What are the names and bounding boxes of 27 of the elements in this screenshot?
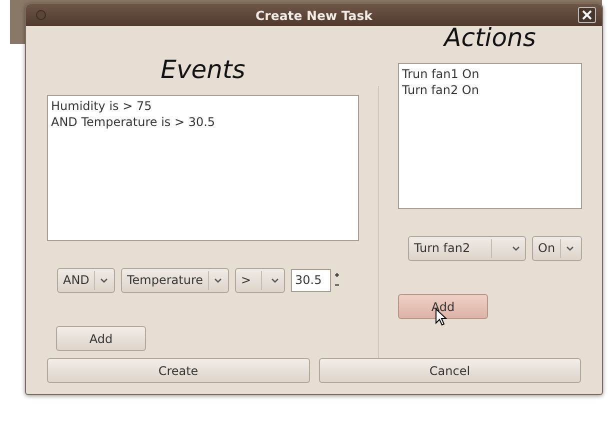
- chevron-icon: [100, 278, 108, 282]
- close-icon: [582, 10, 592, 20]
- list-item[interactable]: Humidity is > 75: [51, 98, 152, 114]
- section-heading: Events: [160, 58, 246, 82]
- chevron-icon: [214, 278, 222, 282]
- spin-arrows-icon[interactable]: [334, 272, 340, 288]
- list-box[interactable]: Trun fan1 On Turn fan2 On: [398, 63, 582, 209]
- dropdown[interactable]: Temperature: [121, 268, 229, 292]
- dropdown[interactable]: On: [532, 236, 582, 260]
- list-item[interactable]: Trun fan1 On: [402, 66, 480, 82]
- chevron-icon: [271, 278, 279, 282]
- dropdown[interactable]: >: [235, 268, 285, 292]
- chevron-icon: [566, 246, 574, 250]
- window-title: Create New Task: [256, 8, 372, 22]
- dropdown[interactable]: Turn fan2: [408, 236, 526, 260]
- number-field[interactable]: 30.5: [291, 268, 331, 292]
- dialog-button[interactable]: Create: [47, 358, 310, 383]
- add-button[interactable]: Add: [398, 294, 488, 319]
- dropdown[interactable]: AND: [57, 268, 115, 292]
- list-item[interactable]: AND Temperature is > 30.5: [51, 114, 216, 130]
- add-button[interactable]: Add: [56, 326, 146, 351]
- dialog-button[interactable]: Cancel: [318, 358, 581, 383]
- list-item[interactable]: Turn fan2 On: [402, 82, 479, 98]
- list-box[interactable]: Humidity is > 75 AND Temperature is > 30.5: [47, 95, 359, 241]
- section-heading: Actions: [444, 26, 536, 50]
- chevron-icon: [512, 246, 520, 250]
- close-button[interactable]: [578, 7, 596, 23]
